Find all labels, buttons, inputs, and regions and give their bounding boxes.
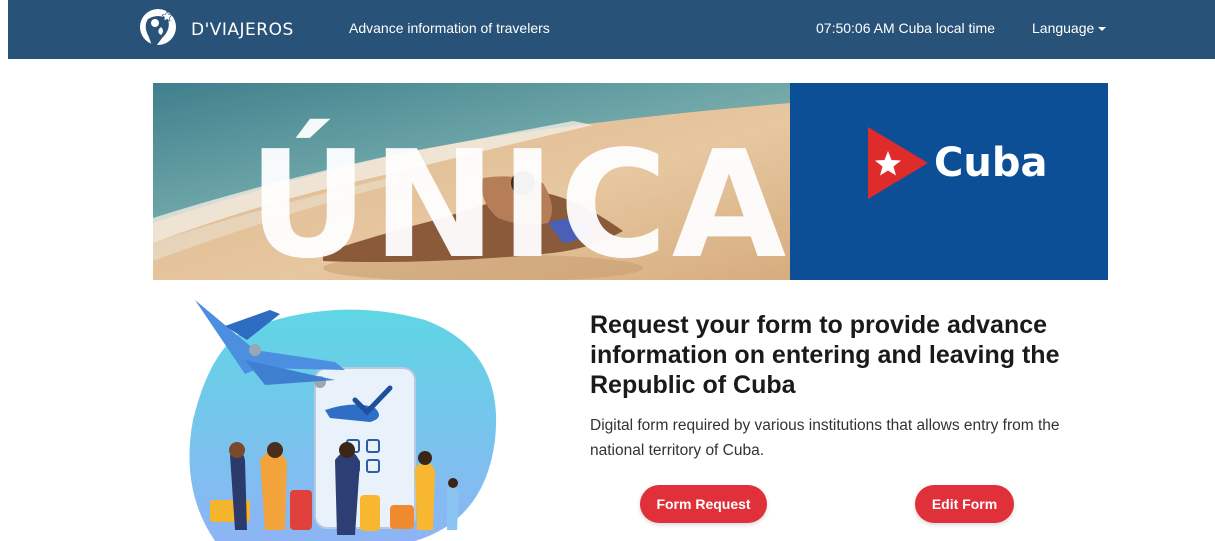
travel-illustration bbox=[189, 300, 497, 541]
cuba-wordmark: Cuba bbox=[934, 140, 1048, 186]
edit-form-button[interactable]: Edit Form bbox=[915, 485, 1014, 523]
language-label: Language bbox=[1032, 20, 1095, 36]
banner-headline: ÚNICA bbox=[248, 119, 791, 280]
cuba-logo: Cuba bbox=[868, 127, 1047, 199]
form-request-button[interactable]: Form Request bbox=[640, 485, 767, 523]
page-description: Digital form required by various institu… bbox=[590, 417, 1060, 459]
brand-name: D'VIAJEROS bbox=[191, 19, 294, 40]
caret-down-icon bbox=[1098, 27, 1107, 32]
brand[interactable]: D'VIAJEROS bbox=[133, 0, 294, 59]
cuba-star-icon bbox=[868, 127, 928, 199]
navbar: D'VIAJEROS Advance information of travel… bbox=[8, 0, 1215, 59]
promo-banner: ÚNICA Cuba bbox=[153, 83, 1108, 280]
cuba-brand-panel: Cuba bbox=[790, 83, 1108, 280]
local-time: 07:50:06 AM Cuba local time bbox=[816, 20, 995, 36]
tagline: Advance information of travelers bbox=[349, 20, 550, 36]
page-title: Request your form to provide advance inf… bbox=[590, 311, 1060, 399]
logo-icon bbox=[140, 8, 176, 51]
language-dropdown[interactable]: Language bbox=[1032, 20, 1107, 36]
